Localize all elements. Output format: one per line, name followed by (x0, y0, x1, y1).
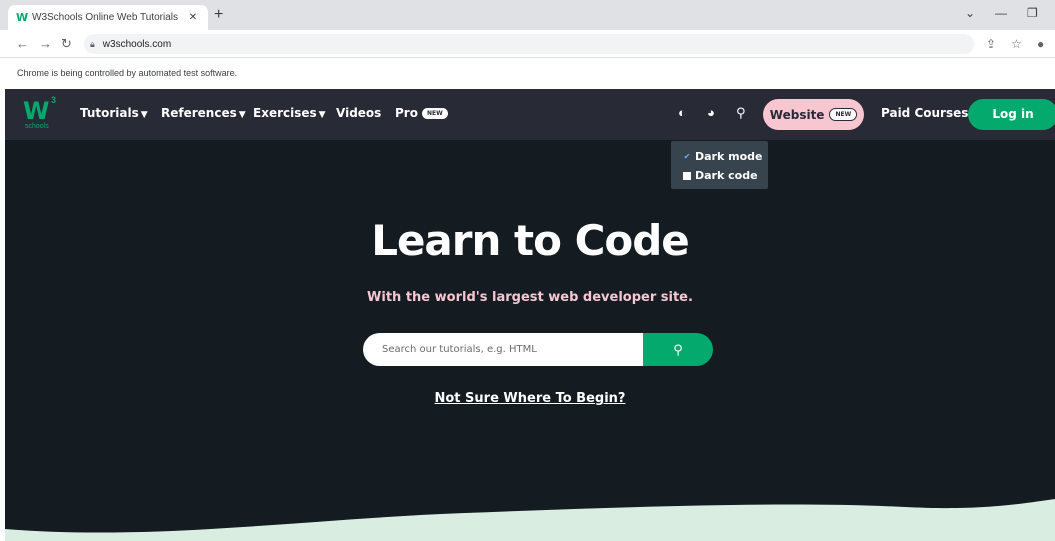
search-icon: ⚲ (673, 342, 683, 357)
top-navigation: W 3 schools Tutorials ▼ References ▼ Exerc… (5, 89, 1055, 140)
new-tab-button[interactable]: + (214, 6, 223, 24)
caret-down-icon: ▼ (140, 110, 148, 120)
hero-headline: Learn to Code (371, 216, 690, 265)
address-bar: ← → ↻ 🔒︎ w3schools.com ⇪ ☆ ● (0, 30, 1055, 58)
minimize-icon[interactable]: — (995, 6, 1007, 20)
caret-down-icon: ▼ (318, 110, 326, 120)
caret-down-icon: ▼ (238, 110, 246, 120)
url-field[interactable]: 🔒︎ w3schools.com (84, 34, 974, 54)
globe-icon[interactable]: ◕ (707, 105, 715, 120)
tutorial-search: ⚲ (363, 333, 713, 366)
dark-mode-option[interactable]: ✔ Dark mode (683, 147, 768, 166)
forward-arrow-icon[interactable]: → (39, 36, 52, 51)
nav-videos-label: Videos (336, 106, 382, 120)
search-icon[interactable]: ⚲ (736, 105, 746, 121)
url-text: w3schools.com (102, 38, 172, 50)
nav-references-label: References (161, 106, 237, 120)
bookmark-star-icon[interactable]: ☆ (1011, 37, 1022, 51)
new-badge: NEW (829, 108, 858, 121)
tab-search-chevron-icon[interactable]: ⌄ (965, 6, 975, 20)
search-input[interactable] (363, 333, 643, 366)
restore-window-icon[interactable]: ❐ (1027, 6, 1038, 20)
nav-tutorials-label: Tutorials (80, 106, 139, 120)
tab-title: W3Schools Online Web Tutorials (32, 12, 178, 23)
automation-infobar: Chrome is being controlled by automated … (0, 58, 1055, 89)
close-tab-icon[interactable]: ✕ (186, 12, 200, 23)
w3schools-favicon-icon: W (16, 11, 29, 24)
new-badge: NEW (421, 108, 448, 119)
nav-videos[interactable]: Videos (336, 106, 381, 120)
dark-code-label: Dark code (695, 169, 758, 182)
contrast-toggle-icon[interactable]: ◐ (678, 105, 686, 120)
w3schools-logo[interactable]: W 3 schools (23, 95, 63, 133)
logo-superscript: 3 (51, 95, 57, 105)
dark-code-option[interactable]: Dark code (683, 166, 768, 185)
browser-tab[interactable]: W W3Schools Online Web Tutorials ✕ (8, 5, 208, 30)
nav-exercises[interactable]: Exercises ▼ (253, 106, 326, 120)
dark-mode-label: Dark mode (695, 150, 763, 163)
not-sure-container: Not Sure Where To Begin? (5, 389, 1055, 407)
profile-icon[interactable]: ● (1037, 37, 1044, 51)
login-button[interactable]: Log in (968, 99, 1055, 130)
search-button[interactable]: ⚲ (643, 333, 713, 366)
checkmark-icon[interactable]: ✔ (683, 152, 691, 161)
nav-pro[interactable]: Pro NEW (395, 106, 448, 120)
hero-section: ✔ Dark mode Dark code Learn to Code With… (5, 140, 1055, 541)
unchecked-box-icon[interactable] (683, 171, 691, 180)
website-button-label: Website (769, 107, 825, 122)
paid-courses-link[interactable]: Paid Courses (881, 106, 968, 120)
back-arrow-icon[interactable]: ← (16, 36, 29, 51)
not-sure-link[interactable]: Not Sure Where To Begin? (435, 391, 626, 406)
nav-tutorials[interactable]: Tutorials ▼ (80, 106, 148, 120)
nav-exercises-label: Exercises (253, 106, 317, 120)
browser-tab-bar: W W3Schools Online Web Tutorials ✕ + ⌄ —… (0, 0, 1055, 30)
reload-icon[interactable]: ↻ (61, 36, 72, 52)
website-button[interactable]: Website NEW (763, 99, 864, 130)
theme-dropdown: ✔ Dark mode Dark code (671, 141, 768, 189)
nav-pro-label: Pro (395, 106, 418, 120)
logo-text: schools (25, 123, 49, 130)
nav-references[interactable]: References ▼ (161, 106, 246, 120)
logo-w-mark: W (23, 97, 50, 125)
hero-tagline: With the world's largest web developer s… (367, 290, 693, 305)
wave-divider (5, 499, 1055, 541)
lock-icon: 🔒︎ (90, 38, 95, 49)
share-icon[interactable]: ⇪ (986, 37, 996, 51)
